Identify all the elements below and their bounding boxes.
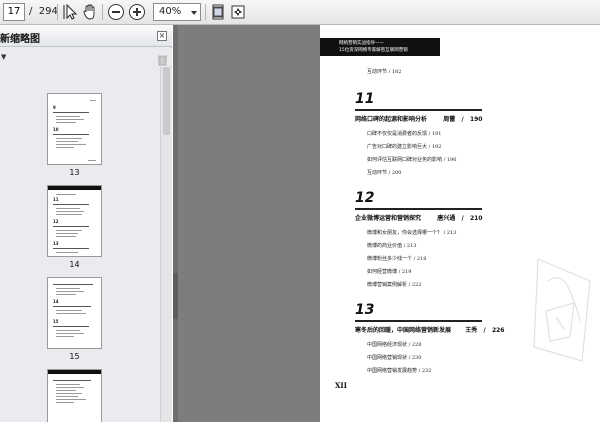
fit-width-icon[interactable] [229,3,247,21]
thumbnail-label: 13 [69,168,80,177]
watermark-seal-icon [530,251,600,375]
chapter-title: 网络口碑的起源和影响分析 [355,116,428,123]
thumbnail-label: 14 [69,260,80,269]
toc-entry: 如何经营微博 / 219 [367,269,412,275]
thumbnail-label: 15 [69,352,80,361]
page-number-input[interactable]: 17 [3,3,25,21]
toc-entry: 微博粉丝多少线一个 / 218 [367,256,427,262]
fit-page-icon[interactable] [209,3,227,21]
toc-entry: 微博营销案例解析 / 222 [367,282,422,288]
chapter-heading: 网络口碑的起源和影响分析 周蕾 / 190 [355,116,483,123]
toolbar-divider [205,4,206,20]
viewer-scrollbar-grip[interactable] [173,273,178,319]
select-arrow-icon[interactable] [61,3,79,21]
chapter-page: 190 [469,116,483,123]
toc-entry: 微博的商业价值 / 213 [367,243,417,249]
chapter-author: 唐兴通 [437,215,456,222]
chapter-number: 13 [355,302,375,318]
thumbnail-list[interactable]: 9 10 13 11 12 13 14 14 15 15 [0,67,160,422]
viewer-scrollbar[interactable] [173,25,178,422]
chapter-rule [355,320,482,322]
toc-entry: 如何评估互联网口碑对业务的影响 / 196 [367,157,457,163]
toolbar: 17 / 294 40% [0,0,600,25]
toc-entry: 互动环节 / 182 [367,69,402,75]
chapter-heading: 寒冬后的回暖，中国网络营销新发展 王秀 / 226 [355,327,505,334]
chapter-rule [355,109,482,111]
page-thumbnail[interactable] [47,369,102,422]
chapter-number: 12 [355,190,375,206]
chapter-author: 王秀 [465,327,478,334]
panel-scrollbar[interactable] [160,67,172,422]
toc-entry: 广告对口碑的建立影响巨大 / 192 [367,144,442,150]
zoom-in-icon[interactable] [128,3,146,21]
page-header-banner: 网络营销实战指导—— 15位资深网络专家解密互联网营销 [320,38,440,56]
panel-title: 新缩略图 [0,34,40,45]
thumbnails-panel: 新缩略图 × ▼ 9 10 13 11 12 13 14 14 15 15 [0,25,172,422]
panel-scrollbar-thumb[interactable] [163,67,170,135]
hand-tool-icon[interactable] [81,3,99,21]
chapter-author: 周蕾 [443,116,456,123]
chapter-page: 226 [491,327,505,334]
banner-line: 网络营销实战指导—— [339,41,384,46]
zoom-out-icon[interactable] [107,3,125,21]
panel-toolbar: ▼ [0,48,172,66]
toc-entry: 互动环节 / 200 [367,170,402,176]
toolbar-divider [102,4,103,20]
document-viewer[interactable]: 网络营销实战指导—— 15位资深网络专家解密互联网营销 互动环节 / 182 1… [173,25,600,422]
toc-entry: 中国网络营销发展趋势 / 232 [367,368,432,374]
zoom-select[interactable]: 40% [153,3,201,21]
toc-entry: 中国网络经济现状 / 228 [367,342,422,348]
toolbar-divider [57,4,58,20]
chapter-title: 寒冬后的回暖，中国网络营销新发展 [355,327,452,334]
page-thumbnail[interactable]: 9 10 [47,93,102,165]
chapter-number: 11 [355,91,375,107]
page-thumbnail[interactable]: 14 15 [47,277,102,349]
page-number-roman: XII [335,381,347,390]
banner-line: 15位资深网络专家解密互联网营销 [339,48,408,53]
panel-close-button[interactable]: × [157,31,167,41]
zoom-dropdown-icon[interactable] [189,5,199,19]
toc-entry: 口碑不仅仅是消费者的反馈 / 191 [367,131,442,137]
page-total-label: / 294 [29,6,58,17]
chapter-page: 210 [469,215,483,222]
panel-header: 新缩略图 × [0,25,172,47]
options-arrow-icon[interactable]: ▼ [1,53,6,61]
toc-entry: 微博和女朋友，你会选择哪一个？ / 213 [367,230,457,236]
zoom-value: 40% [159,6,182,17]
chapter-rule [355,208,482,210]
chapter-title: 企业微博运营和营销探究 [355,215,422,222]
page-thumbnail[interactable]: 11 12 13 [47,185,102,257]
chapter-heading: 企业微博运营和营销探究 唐兴通 / 210 [355,215,483,222]
toc-entry: 中国网络营销现状 / 230 [367,355,422,361]
